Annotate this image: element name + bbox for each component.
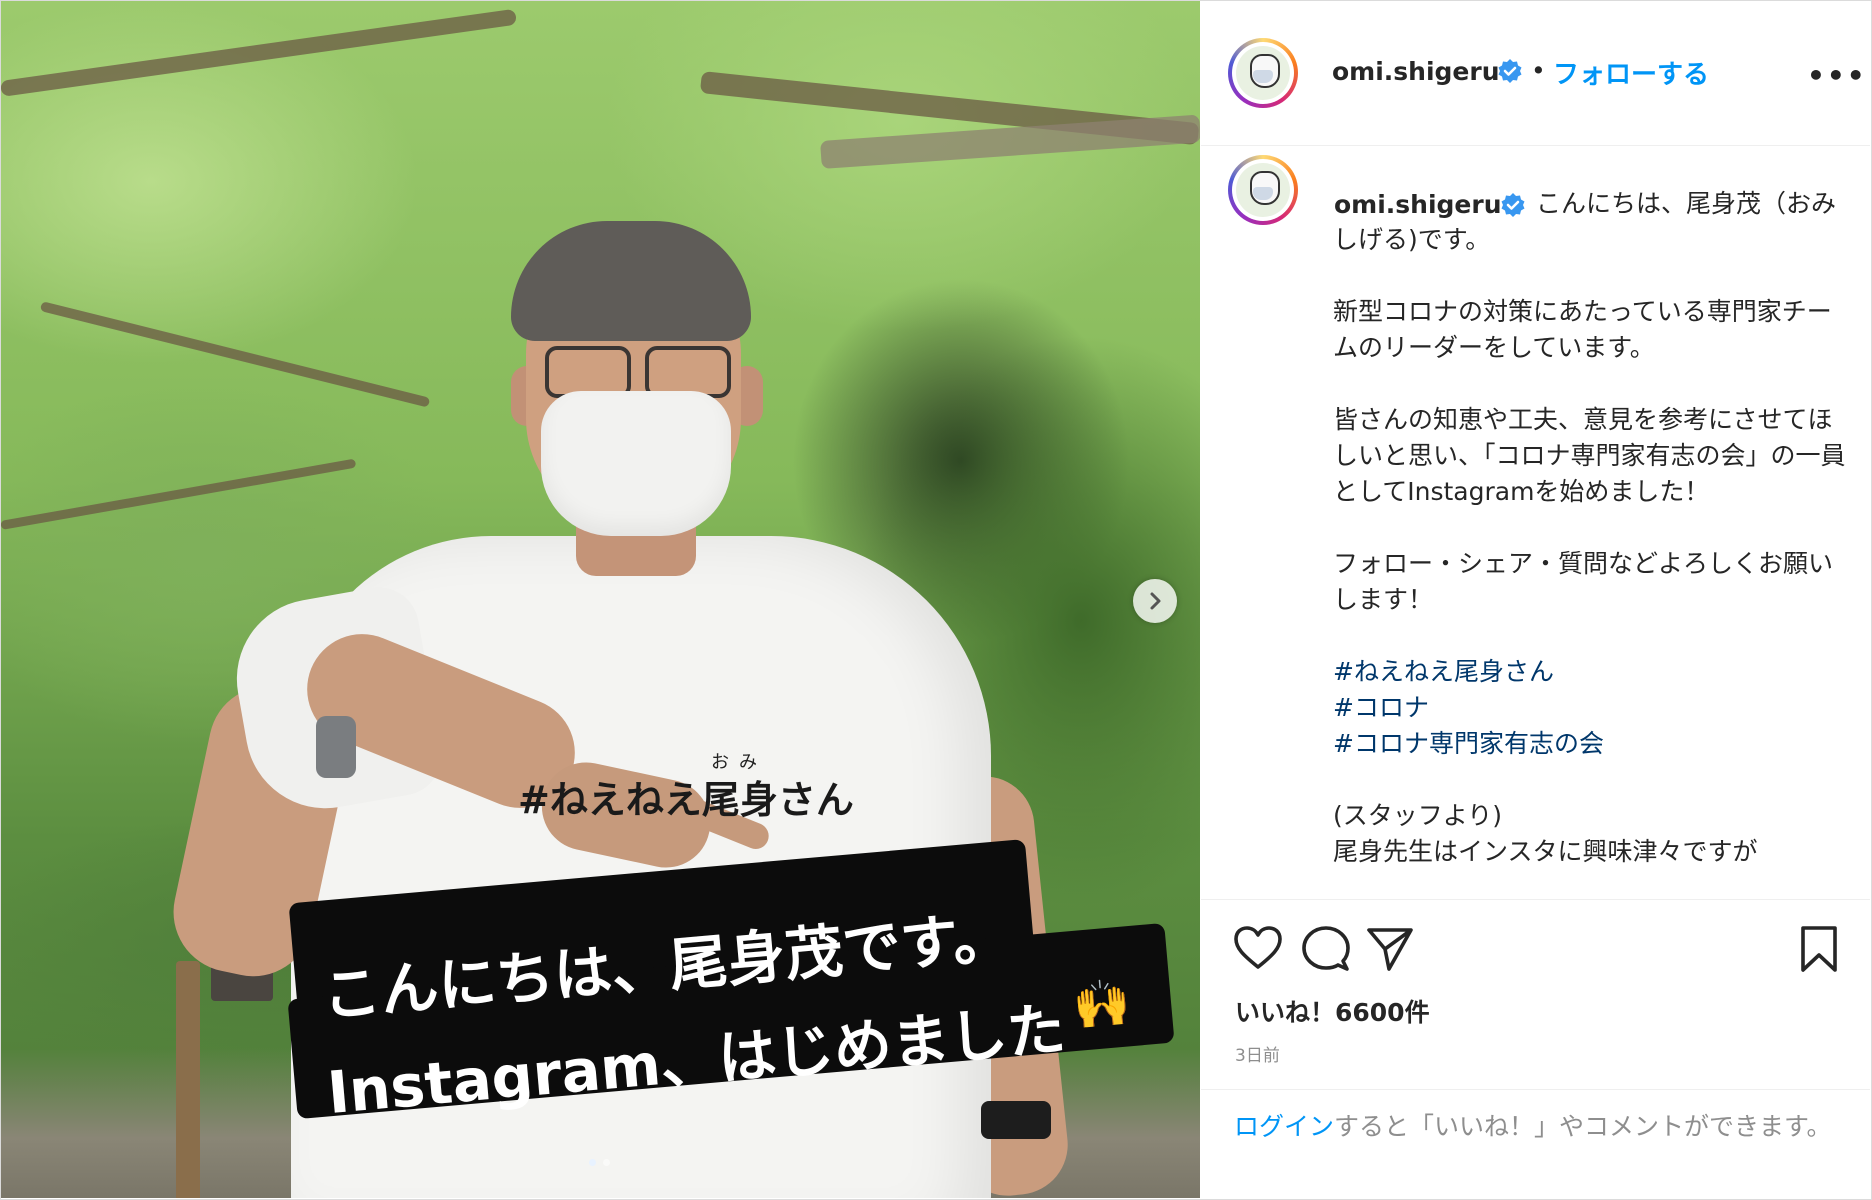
person-glasses <box>541 346 731 398</box>
comment-icon[interactable] <box>1301 925 1351 973</box>
caption-section: こんにちは、尾身茂（おみしげる)です。 新型コロナの対策にあたっている専門家チー… <box>1201 146 1870 898</box>
login-prompt-rest: すると「いいね！」やコメントができます。 <box>1334 1112 1832 1141</box>
caption-paragraph: 新型コロナの対策にあたっている専門家チームのリーダーをしています。 <box>1333 297 1832 362</box>
caption-username-link[interactable]: omi.shigeru <box>1334 190 1502 219</box>
post-timestamp[interactable]: 3日前 <box>1235 1041 1280 1066</box>
person-hair <box>511 221 751 341</box>
hashtag-link[interactable]: #コロナ <box>1333 690 1853 726</box>
login-prompt-text: ログインすると「いいね！」やコメントができます。 <box>1234 1109 1834 1145</box>
shirt-print-text: #ねえねえ尾身さん <box>518 778 854 822</box>
avatar-image <box>1236 46 1290 100</box>
post-image[interactable]: おみ #ねえねえ尾身さん こんにちは、尾身茂です。 Instagram、はじめま… <box>1 1 1200 1198</box>
avatar-image <box>1236 163 1290 217</box>
wristwatch <box>981 1101 1051 1139</box>
raised-hands-icon: 🙌 <box>1070 974 1133 1034</box>
more-options-button[interactable]: ••• <box>1807 59 1867 92</box>
heart-icon[interactable] <box>1233 925 1283 971</box>
bookmark-icon[interactable] <box>1799 925 1839 973</box>
face-mask <box>541 391 731 536</box>
hashtag-link[interactable]: #コロナ専門家有志の会 <box>1333 726 1853 762</box>
verified-badge-icon <box>1498 59 1522 83</box>
tree-branch <box>1 8 518 97</box>
carousel-dot <box>603 1159 610 1166</box>
carousel-indicator <box>589 1159 610 1166</box>
likes-count[interactable]: いいね！6600件 <box>1235 993 1430 1029</box>
separator-dot: • <box>1531 56 1546 85</box>
avatar[interactable] <box>1228 38 1298 108</box>
post-actions: いいね！6600件 3日前 <box>1201 899 1870 1090</box>
hashtag-link[interactable]: #ねえねえ尾身さん <box>1333 654 1853 690</box>
share-icon[interactable] <box>1365 925 1415 973</box>
header-username-link[interactable]: omi.shigeru <box>1332 57 1500 86</box>
caption-paragraph: 皆さんの知恵や工夫、意見を参考にさせてほしいと思い、「コロナ専門家有志の会」の一… <box>1333 405 1846 506</box>
caption-paragraph: フォロー・シェア・質問などよろしくお願いします！ <box>1333 549 1834 614</box>
staff-note: (スタッフより) <box>1333 801 1503 830</box>
follow-button[interactable]: フォローする <box>1553 54 1709 91</box>
verified-badge-icon <box>1501 193 1525 217</box>
caption-truncated-line: 尾身先生はインスタに興味津々ですが <box>1333 837 1758 866</box>
post-sidebar: omi.shigeru • フォローする ••• こんにちは、尾身茂（おみしげる… <box>1201 1 1870 1198</box>
login-link[interactable]: ログイン <box>1234 1112 1334 1141</box>
caption-body: こんにちは、尾身茂（おみしげる)です。 新型コロナの対策にあたっている専門家チー… <box>1333 186 1853 870</box>
login-prompt: ログインすると「いいね！」やコメントができます。 <box>1201 1089 1870 1199</box>
next-image-button[interactable] <box>1133 579 1177 623</box>
carousel-dot-active <box>589 1159 596 1166</box>
chevron-right-icon <box>1150 592 1161 610</box>
wristwatch <box>316 716 356 778</box>
avatar[interactable] <box>1228 155 1298 225</box>
post-header: omi.shigeru • フォローする ••• <box>1201 1 1870 146</box>
